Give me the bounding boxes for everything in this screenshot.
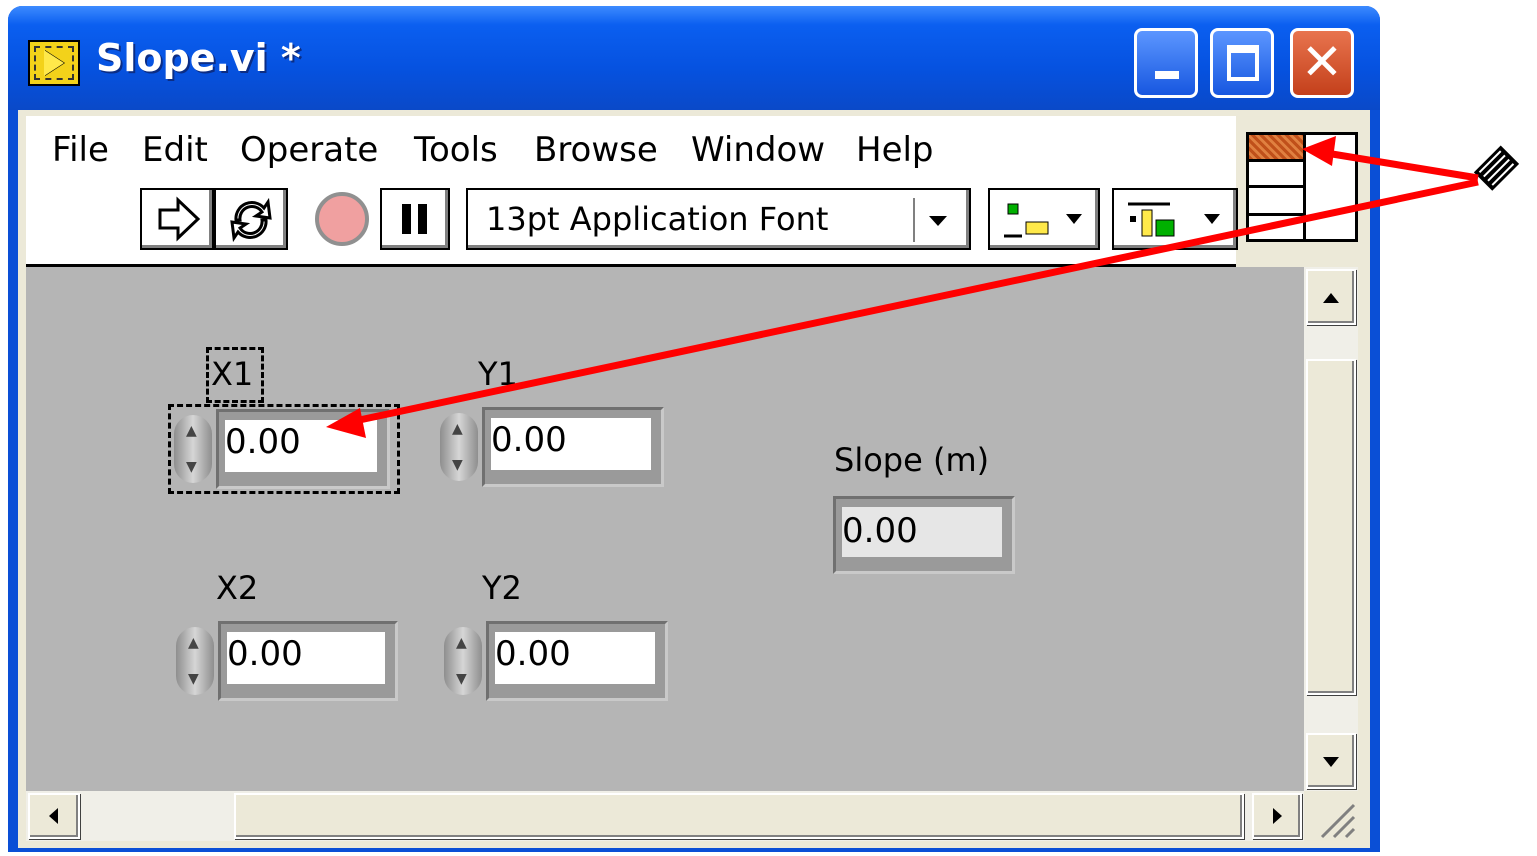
annotation-arrow — [1302, 136, 1479, 182]
wiring-spool-cursor-icon — [1473, 145, 1520, 191]
annotation-arrow — [326, 178, 1479, 438]
annotation-overlay — [326, 136, 1520, 438]
